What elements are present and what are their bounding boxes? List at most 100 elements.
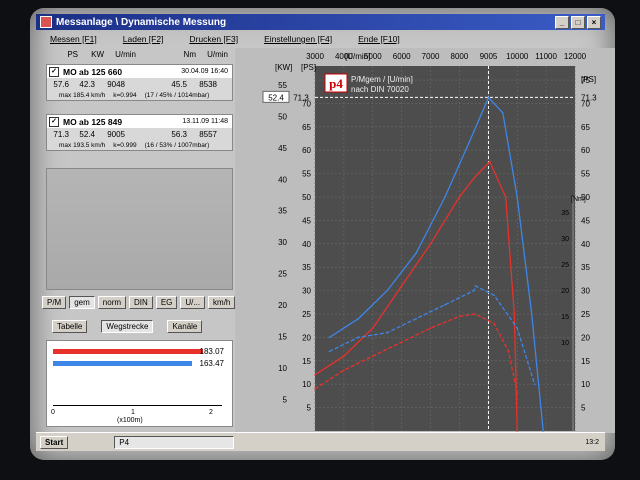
measurement-date: 13.11.09 11:48 (182, 118, 228, 125)
gem-button[interactable]: gem (69, 296, 95, 309)
power-point (400, 285, 403, 287)
menu-drucken[interactable]: Drucken [F3] (189, 34, 238, 44)
power-point (314, 374, 316, 376)
norm-button[interactable]: norm (97, 296, 127, 309)
menu-messen[interactable]: Messen [F1] (50, 34, 97, 44)
distance-bars: 183.07 163.47 0 1 2 (x100m) (46, 340, 233, 427)
power-point (488, 160, 491, 163)
left-ps-tick-label: 55 (302, 170, 311, 179)
right-ps-axis-label: [PS] (581, 75, 596, 84)
wegstrecke-button[interactable]: Wegstrecke (101, 320, 154, 333)
right-ps-tick-label: 30 (581, 287, 590, 296)
torque-point (386, 331, 389, 334)
torque-point (474, 285, 477, 287)
left-kw-tick-label: 30 (278, 238, 287, 247)
measurement-checkbox[interactable]: ✓ (49, 66, 59, 77)
window-controls: _ □ × (555, 16, 601, 29)
torque-point (400, 341, 403, 343)
start-button[interactable]: Start (40, 435, 69, 449)
measurement-card-1[interactable]: ✓ MO ab 125 660 30.04.09 16:40 57.6 42.3… (46, 64, 233, 101)
menu-einstellungen[interactable]: Einstellungen [F4] (264, 34, 332, 44)
power-point (487, 96, 490, 99)
close-button[interactable]: × (587, 16, 601, 29)
torque-point (343, 369, 345, 371)
mode-button-row: P/M gem norm DIN EG U/... km/h (42, 296, 236, 309)
value-rpm: 9005 (107, 129, 125, 139)
measurement-checkbox[interactable]: ✓ (49, 116, 59, 127)
power-point (444, 196, 446, 198)
measurement-name: MO ab 125 849 (63, 116, 123, 127)
power-point (473, 130, 475, 133)
right-ps-tick-label: 55 (581, 170, 590, 179)
left-ps-tick-label: 40 (302, 240, 311, 249)
kmh-button[interactable]: km/h (208, 296, 236, 309)
distance-bar-blue (53, 361, 192, 366)
left-kw-tick-label: 15 (278, 333, 287, 342)
x-tick-label: 10000 (506, 52, 529, 61)
kanaele-button[interactable]: Kanäle (167, 320, 203, 333)
nm-tick-label: 30 (561, 236, 569, 243)
rpm-button[interactable]: U/... (180, 296, 206, 309)
power-chart[interactable]: 3000 4000 5000 6000 7000 8000 9005 10000 11000 12… (235, 48, 615, 433)
column-header: PS KW U/min Nm U/min (40, 48, 240, 60)
torque-point (415, 317, 417, 320)
left-ps-tick-label: 35 (302, 263, 311, 272)
power-point (386, 289, 389, 292)
distance-value-blue: 163.47 (199, 359, 224, 368)
value-vmax: max 193.5 km/h (59, 141, 106, 149)
maximize-button[interactable]: □ (571, 16, 585, 29)
view-button-row: Tabelle Wegstrecke Kanäle (52, 320, 203, 333)
value-conditions: (17 / 45% / 1014mbar) (144, 91, 210, 99)
minimize-button[interactable]: _ (555, 16, 569, 29)
x-tick-label: 3000 (306, 52, 324, 61)
monitor-screen: Messanlage \ Dynamische Messung _ □ × Me… (30, 8, 615, 460)
pm-button[interactable]: P/M (42, 296, 67, 309)
value-ps: 71.3 (53, 129, 69, 139)
value-nm: 45.5 (171, 79, 187, 89)
menu-ende[interactable]: Ende [F10] (358, 34, 400, 44)
left-ps-tick-label: 50 (302, 193, 311, 202)
left-ps-tick-label: 5 (307, 404, 312, 413)
right-ps-tick-label: 15 (581, 357, 590, 366)
tabelle-button[interactable]: Tabelle (52, 320, 88, 333)
measurement-card-2[interactable]: ✓ MO ab 125 849 13.11.09 11:48 71.3 52.4… (46, 114, 233, 151)
measurement-panel: PS KW U/min Nm U/min ✓ MO ab 125 660 30.… (40, 48, 240, 433)
left-ps-tick-label: 20 (302, 333, 311, 342)
scale-unit: (x100m) (117, 417, 143, 424)
din-button[interactable]: DIN (129, 296, 153, 309)
value-k: k=0.999 (113, 141, 137, 149)
left-ps-tick-label: 15 (302, 357, 311, 366)
right-ps-tick-label: 60 (581, 146, 590, 155)
torque-point (493, 322, 495, 325)
eg-button[interactable]: EG (155, 296, 178, 309)
torque-point (458, 315, 461, 318)
empty-slot-area (46, 168, 233, 290)
torque-point (474, 313, 476, 315)
value-nm: 56.3 (171, 129, 187, 139)
torque-point (533, 383, 536, 386)
readout-left: 52.4 (268, 93, 284, 102)
power-point (458, 196, 461, 198)
left-kw-tick-label: 50 (278, 112, 287, 121)
power-point (343, 355, 345, 357)
left-kw-tick-label: 55 (278, 81, 287, 90)
taskbar-item-p4[interactable]: P4 (114, 435, 235, 449)
distance-value-red: 183.07 (199, 347, 224, 356)
left-kw-tick-label: 10 (278, 364, 287, 373)
nm-tick-label: 35 (561, 210, 569, 217)
nm-tick-label: 20 (561, 288, 569, 295)
readout-right: 71.3 (581, 93, 597, 102)
left-kw-axis-label: [KW] (275, 63, 292, 72)
menu-laden[interactable]: Laden [F2] (123, 34, 164, 44)
power-point (415, 252, 417, 254)
left-ps-tick-label: 65 (302, 123, 311, 132)
power-point (516, 196, 519, 198)
measurement-date: 30.04.09 16:40 (181, 68, 228, 75)
x-axis-label: [U/min] (345, 52, 370, 61)
value-rpm2: 8538 (199, 79, 217, 89)
left-ps-tick-label: 30 (302, 287, 311, 296)
right-ps-tick-label: 10 (581, 380, 590, 389)
torque-point (493, 294, 495, 297)
power-point (357, 317, 360, 320)
value-rpm2: 8557 (199, 129, 217, 139)
